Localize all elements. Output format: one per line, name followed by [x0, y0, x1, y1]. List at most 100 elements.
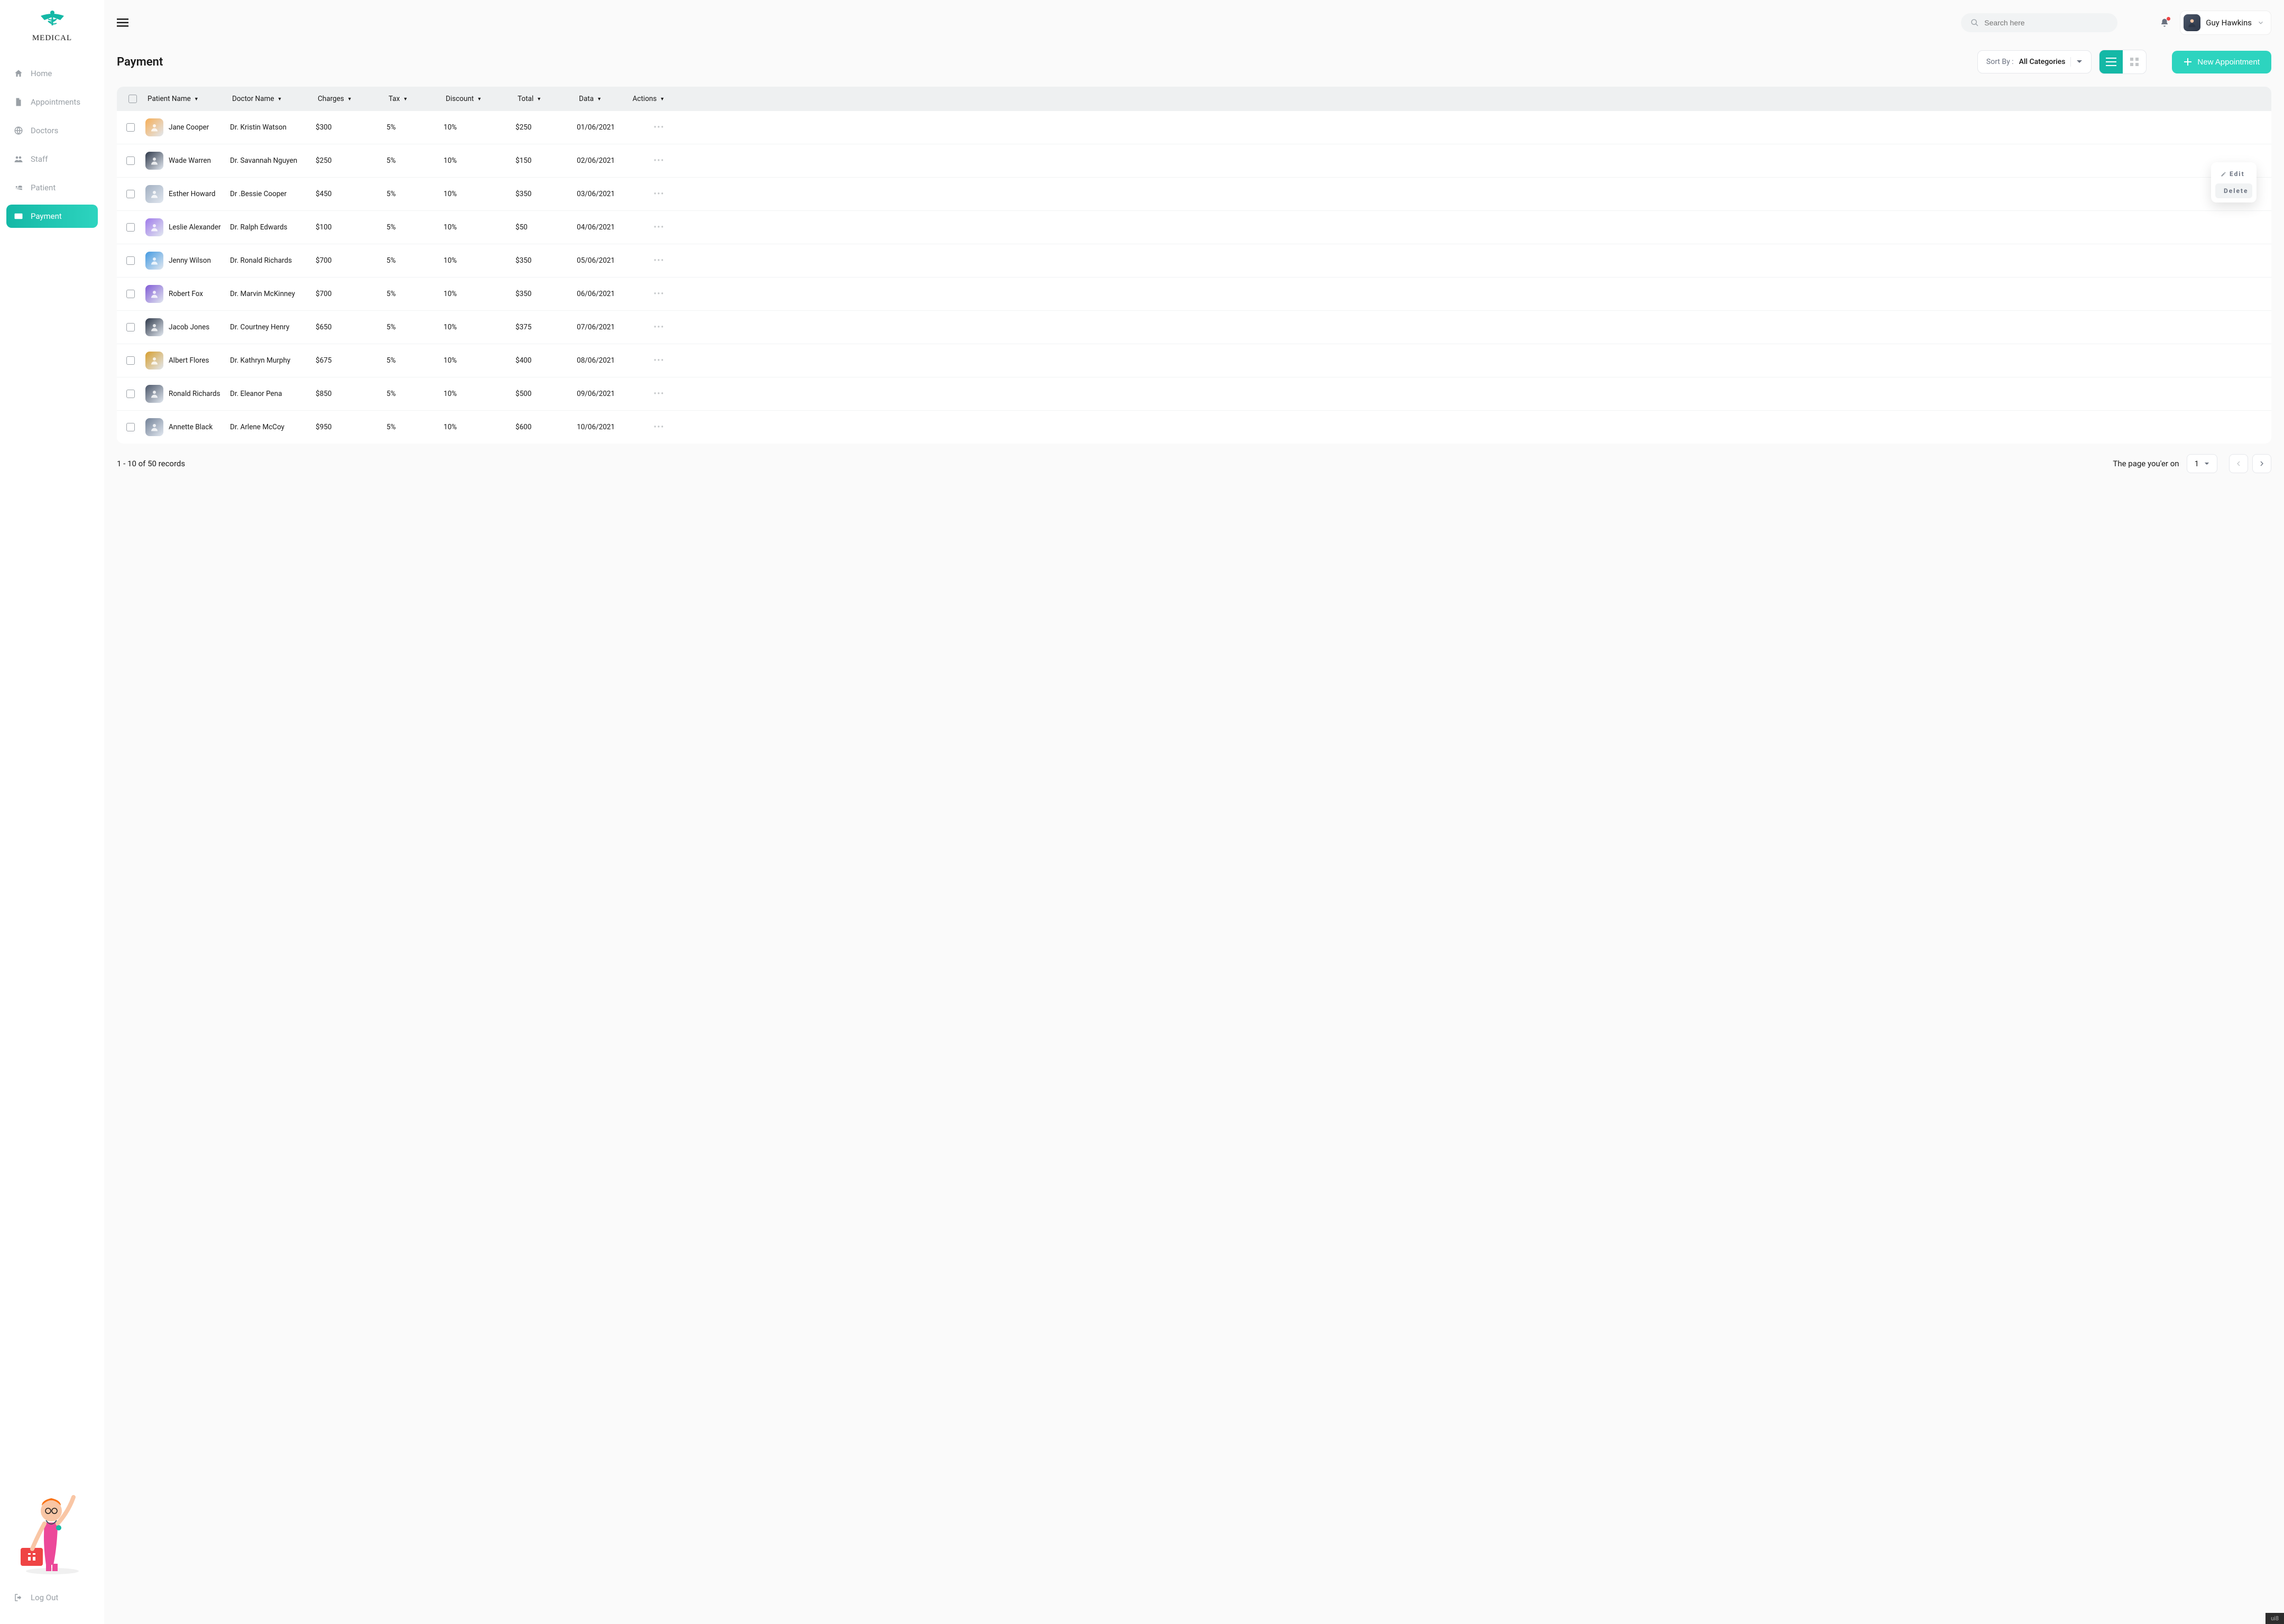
logout-icon	[14, 1593, 23, 1602]
patient-cell: Robert Fox	[145, 285, 230, 303]
row-actions-button[interactable]: •••	[630, 323, 673, 331]
total-value: $600	[515, 423, 577, 431]
avatar	[145, 185, 163, 203]
row-actions-button[interactable]: •••	[630, 356, 673, 365]
caret-down-icon	[2204, 462, 2209, 466]
row-checkbox[interactable]	[126, 290, 135, 298]
col-actions[interactable]: Actions▼	[630, 95, 673, 103]
notifications-button[interactable]	[2160, 18, 2169, 27]
sidebar-item-payment[interactable]: Payment	[6, 205, 98, 228]
sidebar-item-staff[interactable]: Staff	[6, 147, 98, 171]
row-checkbox[interactable]	[126, 123, 135, 132]
date-value: 04/06/2021	[577, 223, 630, 232]
page-select[interactable]: 1	[2187, 454, 2217, 473]
delete-action[interactable]: Delete	[2215, 183, 2252, 198]
logout-button[interactable]: Log Out	[6, 1586, 98, 1609]
doctor-name: Dr. Ronald Richards	[230, 256, 316, 265]
row-actions-button[interactable]: •••EditDelete	[630, 156, 673, 165]
topbar: Guy Hawkins	[117, 11, 2271, 35]
row-actions-button[interactable]: •••	[630, 390, 673, 398]
sidebar-item-patient[interactable]: Patient	[6, 176, 98, 199]
search-box[interactable]	[1961, 13, 2117, 32]
content-header: Payment Sort By : All Categories	[117, 50, 2271, 74]
charges-value: $450	[316, 190, 386, 198]
edit-action[interactable]: Edit	[2215, 167, 2252, 181]
list-view-button[interactable]	[2099, 50, 2123, 73]
patient-name: Jane Cooper	[169, 123, 209, 132]
row-actions-button[interactable]: •••	[630, 123, 673, 132]
tax-value: 5%	[386, 390, 444, 398]
patient-name: Robert Fox	[169, 290, 203, 298]
row-actions-button[interactable]: •••	[630, 423, 673, 431]
avatar	[145, 285, 163, 303]
notification-dot	[2167, 17, 2170, 21]
next-page-button[interactable]	[2252, 454, 2271, 473]
total-value: $350	[515, 290, 577, 298]
col-doctor[interactable]: Doctor Name▼	[230, 95, 316, 103]
discount-value: 10%	[444, 190, 515, 198]
col-tax[interactable]: Tax▼	[386, 95, 444, 103]
sort-dropdown[interactable]: Sort By : All Categories	[1977, 50, 2092, 73]
row-checkbox[interactable]	[126, 223, 135, 232]
table-row: Ronald RichardsDr. Eleanor Pena$8505%10%…	[117, 377, 2271, 411]
avatar	[145, 152, 163, 170]
avatar	[145, 318, 163, 336]
row-checkbox[interactable]	[126, 323, 135, 331]
discount-value: 10%	[444, 256, 515, 265]
table-row: Wade WarrenDr. Savannah Nguyen$2505%10%$…	[117, 144, 2271, 178]
row-checkbox[interactable]	[126, 356, 135, 365]
new-appointment-button[interactable]: New Appointment	[2172, 51, 2271, 73]
doctor-name: Dr. Kristin Watson	[230, 123, 316, 132]
row-actions-button[interactable]: •••	[630, 223, 673, 232]
patient-name: Jacob Jones	[169, 323, 209, 331]
discount-value: 10%	[444, 290, 515, 298]
charges-value: $650	[316, 323, 386, 331]
sidebar-item-appointments[interactable]: Appointments	[6, 90, 98, 114]
sidebar-item-label: Home	[31, 69, 52, 78]
sidebar-item-doctors[interactable]: Doctors	[6, 119, 98, 142]
avatar	[145, 385, 163, 403]
doctor-name: Dr. Savannah Nguyen	[230, 156, 316, 165]
col-charges[interactable]: Charges▼	[316, 95, 386, 103]
row-checkbox[interactable]	[126, 256, 135, 265]
row-checkbox[interactable]	[126, 423, 135, 431]
discount-value: 10%	[444, 356, 515, 365]
page-label: The page you'er on	[2113, 459, 2179, 468]
patient-name: Annette Black	[169, 423, 213, 431]
view-toggle	[2099, 50, 2147, 74]
col-data[interactable]: Data▼	[577, 95, 630, 103]
row-actions-button[interactable]: •••	[630, 290, 673, 298]
brand-logo: MEDICAL	[6, 10, 98, 43]
row-actions-button[interactable]: •••	[630, 190, 673, 198]
col-total[interactable]: Total▼	[515, 95, 577, 103]
doctor-name: Dr. Eleanor Pena	[230, 390, 316, 398]
prev-page-button[interactable]	[2229, 454, 2248, 473]
patient-name: Ronald Richards	[169, 390, 220, 398]
people-icon	[14, 154, 23, 164]
grid-view-button[interactable]	[2123, 50, 2146, 73]
nurse-illustration	[15, 1485, 89, 1575]
table-row: Albert FloresDr. Kathryn Murphy$6755%10%…	[117, 344, 2271, 377]
table-row: Annette BlackDr. Arlene McCoy$9505%10%$6…	[117, 411, 2271, 444]
globe-icon	[14, 126, 23, 135]
table-row: Jane CooperDr. Kristin Watson$3005%10%$2…	[117, 111, 2271, 144]
total-value: $50	[515, 223, 577, 232]
sidebar-item-home[interactable]: Home	[6, 62, 98, 85]
select-all-checkbox[interactable]	[128, 95, 137, 103]
col-patient[interactable]: Patient Name▼	[145, 95, 230, 103]
menu-toggle[interactable]	[117, 19, 128, 27]
row-checkbox[interactable]	[126, 390, 135, 398]
date-value: 01/06/2021	[577, 123, 630, 132]
doctor-name: Dr. Arlene McCoy	[230, 423, 316, 431]
patient-cell: Ronald Richards	[145, 385, 230, 403]
row-actions-button[interactable]: •••	[630, 256, 673, 265]
col-discount[interactable]: Discount▼	[444, 95, 515, 103]
caret-down-icon	[2076, 60, 2083, 64]
search-input[interactable]	[1984, 19, 2108, 27]
profile-menu[interactable]: Guy Hawkins	[2180, 11, 2271, 35]
discount-value: 10%	[444, 323, 515, 331]
row-checkbox[interactable]	[126, 190, 135, 198]
bed-icon	[14, 183, 23, 192]
patient-name: Esther Howard	[169, 190, 215, 198]
row-checkbox[interactable]	[126, 156, 135, 165]
